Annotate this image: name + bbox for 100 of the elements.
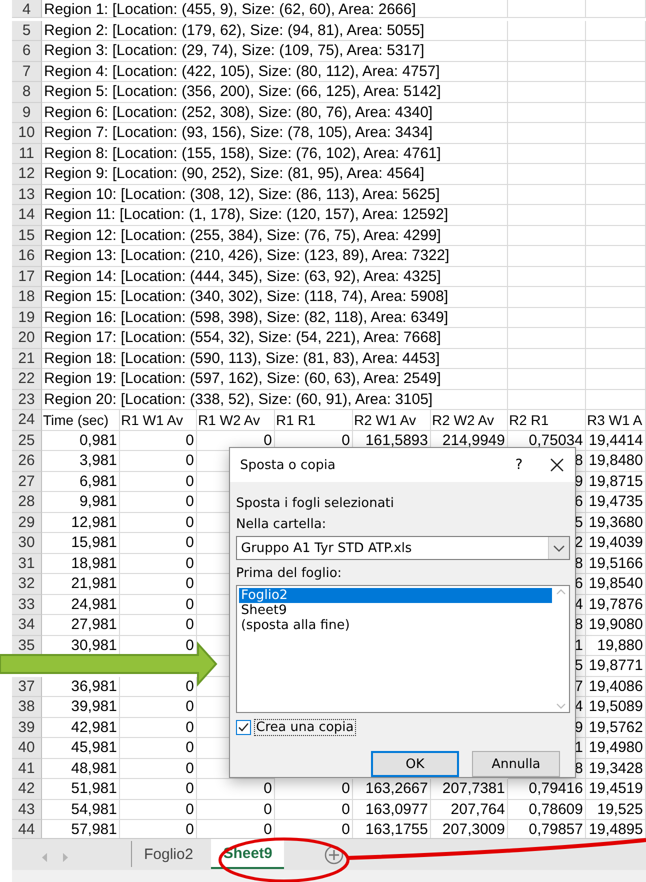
column-header: R1 R1 (275, 410, 353, 430)
table-cell: 0 (120, 554, 197, 574)
table-cell: 19,4980 (586, 738, 646, 758)
column-header: R2 W1 Av (353, 410, 431, 430)
table-cell: 0 (120, 574, 197, 594)
table-cell: 19,7876 (586, 594, 646, 615)
sheet-tab[interactable]: Foglio2 (132, 839, 206, 869)
dialog-title: Sposta o copia (240, 458, 336, 472)
table-cell: 207,764 (431, 800, 508, 820)
table-cell: 19,8771 (586, 656, 646, 676)
list-item[interactable]: Foglio2 (239, 588, 552, 603)
row-number: 19 (12, 308, 42, 328)
row-number: 13 (12, 184, 42, 205)
table-cell: 19,4414 (586, 430, 646, 451)
cell-text: Region 13: [Location: (210, 426), Size: (123, 89), Area: 7322] (44, 247, 450, 264)
row-number: 23 (12, 390, 42, 410)
table-cell: 15,981 (42, 533, 120, 554)
row-number: 31 (12, 554, 42, 574)
row-number: 10 (12, 123, 42, 144)
table-cell: 19,5762 (586, 718, 646, 738)
cell-text: Region 3: [Location: (29, 74), Size: (109, 75), Area: 5317] (44, 42, 424, 60)
row-number: 6 (12, 41, 42, 62)
table-cell: 19,4086 (586, 676, 646, 697)
table-cell: 19,525 (586, 800, 646, 820)
cell-text: Region 7: [Location: (93, 156), Size: (78, 105), Area: 3434] (44, 124, 433, 142)
row-number: 9 (12, 102, 42, 123)
table-cell: 19,880 (586, 636, 646, 656)
column-header: R2 W2 Av (431, 410, 508, 430)
cell-text: Region 1: [Location: (455, 9), Size: (62, 60), Area: 2666] (44, 3, 416, 17)
table-cell: 19,3428 (586, 758, 646, 779)
table-cell: 19,4735 (586, 492, 646, 512)
row-number: 43 (12, 800, 42, 820)
table-cell: 0 (275, 779, 353, 800)
table-cell: 0,981 (42, 430, 120, 451)
row-number: 24 (12, 410, 42, 430)
table-cell: 0 (120, 800, 197, 820)
table-cell: 36,981 (42, 676, 120, 697)
row-number: 28 (12, 492, 42, 512)
table-cell: 0 (197, 779, 275, 800)
table-cell: 3,981 (42, 451, 120, 472)
row-number: 22 (12, 369, 42, 390)
row-number: 38 (12, 697, 42, 718)
cell-text: Region 16: [Location: (598, 398), Size: (82, 118), Area: 6349] (44, 308, 448, 326)
cancel-button[interactable]: Annulla (472, 751, 560, 777)
table-cell: 54,981 (42, 800, 120, 820)
workbook-dropdown[interactable]: Gruppo A1 Tyr STD ATP.xls (236, 536, 570, 560)
table-cell: 0 (120, 758, 197, 779)
table-cell: 19,4039 (586, 533, 646, 554)
checkbox-label[interactable]: Crea una copia (254, 719, 356, 736)
table-cell: 0 (120, 492, 197, 512)
table-cell: 48,981 (42, 758, 120, 779)
table-cell: 0 (120, 430, 197, 451)
table-cell: 42,981 (42, 718, 120, 738)
sheet-listbox[interactable]: Foglio2 Sheet9 (sposta alla fine) (236, 585, 570, 713)
cell-text: Region 19: [Location: (597, 162), Size: (60, 63), Area: 2549] (44, 370, 441, 388)
table-cell: 19,8540 (586, 574, 646, 594)
table-cell: 163,0977 (353, 800, 431, 820)
cell-text: Region 15: [Location: (340, 302), Size: (118, 74), Area: 5908] (44, 288, 448, 306)
row-number: 30 (12, 533, 42, 554)
row-number: 32 (12, 574, 42, 594)
cell-text: Region 8: [Location: (155, 158), Size: (76, 102), Area: 4761] (44, 144, 441, 162)
row-number: 11 (12, 144, 42, 164)
row-number: 14 (12, 205, 42, 226)
row-number: 12 (12, 164, 42, 184)
row-number: 39 (12, 718, 42, 738)
row-number: 5 (12, 20, 42, 41)
column-header: R1 W1 Av (120, 410, 197, 430)
row-number: 40 (12, 738, 42, 758)
table-cell: 19,5089 (586, 697, 646, 718)
table-cell: 19,8480 (586, 451, 646, 472)
table-cell: 0 (120, 451, 197, 472)
table-cell: 19,3680 (586, 512, 646, 533)
cell-text: Region 14: [Location: (444, 345), Size: (63, 92), Area: 4325] (44, 268, 441, 285)
row-number: 4 (12, 0, 42, 18)
cell-text: Region 17: [Location: (554, 32), Size: (54, 221), Area: 7668] (44, 329, 441, 346)
table-cell: 18,981 (42, 554, 120, 574)
table-cell: 12,981 (42, 512, 120, 533)
cell-text: Region 18: [Location: (590, 113), Size: (81, 83), Area: 4453] (44, 350, 440, 367)
cell-text: Region 4: [Location: (422, 105), Size: (80, 112), Area: 4757] (44, 62, 440, 80)
column-header: Time (sec) (42, 410, 120, 430)
table-cell: 6,981 (42, 472, 120, 492)
table-cell: 0 (120, 779, 197, 800)
table-cell: 27,981 (42, 615, 120, 636)
table-cell: 0 (120, 472, 197, 492)
cell-text: Region 2: [Location: (179, 62), Size: (94, 81), Area: 5055] (44, 22, 424, 39)
ok-button[interactable]: OK (371, 751, 459, 777)
cell-text: Region 6: [Location: (252, 308), Size: (80, 76), Area: 4340] (44, 104, 433, 121)
table-cell: 24,981 (42, 594, 120, 615)
field-label: Nella cartella: (236, 516, 328, 534)
cell-text: Region 11: [Location: (1, 178), Size: (120, 157), Area: 12592] (44, 206, 448, 224)
table-cell: 45,981 (42, 738, 120, 758)
row-number: 42 (12, 779, 42, 800)
table-cell: 207,7381 (431, 779, 508, 800)
row-number: 34 (12, 615, 42, 636)
table-cell: 0 (120, 718, 197, 738)
table-cell: 0,79416 (508, 779, 586, 800)
row-number: 18 (12, 287, 42, 308)
column-header: R1 W2 Av (197, 410, 275, 430)
row-number: 16 (12, 246, 42, 266)
row-number: 21 (12, 348, 42, 369)
